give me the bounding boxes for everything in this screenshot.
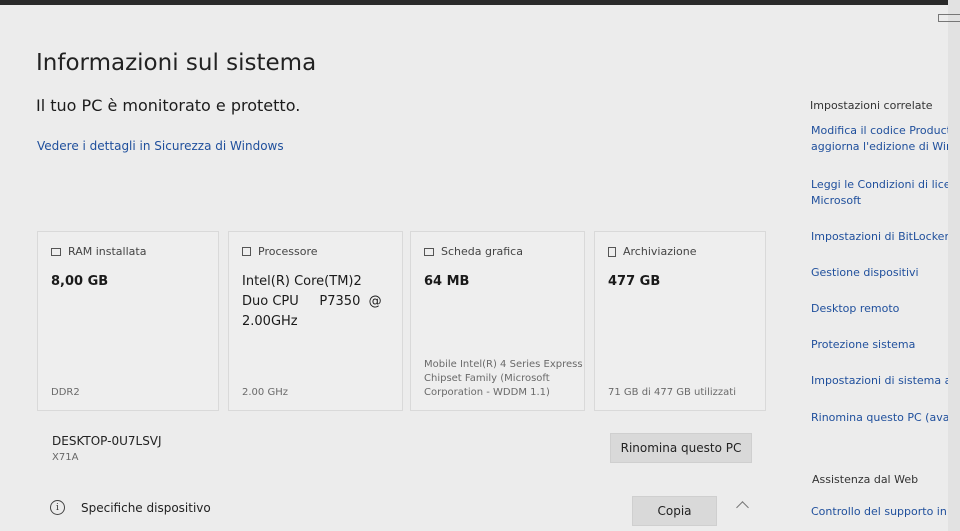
license-terms-link[interactable]: Leggi le Condizioni di licen Microsoft: [811, 177, 948, 209]
related-settings-title: Impostazioni correlate: [810, 99, 933, 112]
protection-status: Il tuo PC è monitorato e protetto.: [36, 96, 301, 115]
processor-value-line: 2.00GHz: [242, 314, 298, 329]
link-line: Leggi le Condizioni di licen: [811, 178, 948, 191]
remote-desktop-link[interactable]: Desktop remoto: [811, 301, 948, 317]
storage-card: Archiviazione 477 GB 71 GB di 477 GB uti…: [594, 231, 766, 411]
processor-value-line: Duo CPU P7350 @: [242, 294, 382, 309]
link-line: Microsoft: [811, 194, 862, 207]
web-help-title: Assistenza dal Web: [812, 473, 919, 486]
maximize-icon[interactable]: [938, 14, 960, 22]
window-top-border: [0, 0, 960, 5]
info-icon: i: [50, 500, 65, 515]
graphics-description-line: Chipset Family (Microsoft: [424, 373, 550, 384]
system-protection-link[interactable]: Protezione sistema: [811, 337, 948, 353]
storage-icon: [608, 246, 616, 257]
page-title: Informazioni sul sistema: [36, 50, 317, 76]
link-line: Modifica il codice Product: [811, 124, 948, 137]
security-details-link[interactable]: Vedere i dettagli in Sicurezza di Window…: [37, 139, 284, 153]
graphics-description-line: Corporation - WDDM 1.1): [424, 387, 550, 398]
ram-label: RAM installata: [68, 245, 147, 258]
processor-icon: [242, 247, 251, 256]
graphics-value: 64 MB: [424, 274, 470, 289]
ram-type: DDR2: [51, 387, 80, 398]
advanced-system-settings-link[interactable]: Impostazioni di sistema av: [811, 373, 948, 389]
copy-button[interactable]: Copia: [632, 496, 717, 526]
bitlocker-link[interactable]: Impostazioni di BitLocker: [811, 229, 948, 245]
ram-value: 8,00 GB: [51, 274, 109, 289]
ram-card: RAM installata 8,00 GB DDR2: [37, 231, 219, 411]
processor-value: Intel(R) Core(TM)2 Duo CPU P7350 @ 2.00G…: [242, 272, 392, 332]
processor-value-line: Intel(R) Core(TM)2: [242, 274, 362, 289]
device-specs-header[interactable]: i Specifiche dispositivo: [50, 500, 211, 515]
graphics-card-icon: [424, 247, 434, 256]
ram-icon: [51, 247, 61, 256]
processor-card: Processore Intel(R) Core(TM)2 Duo CPU P7…: [228, 231, 403, 411]
storage-usage: 71 GB di 477 GB utilizzati: [608, 387, 736, 398]
link-line: aggiorna l'edizione di Wind: [811, 140, 948, 153]
graphics-description: Mobile Intel(R) 4 Series Express Chipset…: [424, 358, 583, 400]
graphics-label: Scheda grafica: [441, 245, 523, 258]
graphics-card: Scheda grafica 64 MB Mobile Intel(R) 4 S…: [410, 231, 585, 411]
product-key-link[interactable]: Modifica il codice Product aggiorna l'ed…: [811, 123, 948, 155]
window-right-edge: [948, 0, 960, 531]
processor-speed: 2.00 GHz: [242, 387, 288, 398]
device-specs-label: Specifiche dispositivo: [81, 500, 211, 515]
rename-pc-advanced-link[interactable]: Rinomina questo PC (avan: [811, 410, 948, 426]
device-model: X71A: [52, 452, 79, 463]
rename-pc-button[interactable]: Rinomina questo PC: [610, 433, 752, 463]
processor-label: Processore: [258, 245, 318, 258]
storage-label: Archiviazione: [623, 245, 697, 258]
storage-value: 477 GB: [608, 274, 661, 289]
device-manager-link[interactable]: Gestione dispositivi: [811, 265, 948, 281]
device-name: DESKTOP-0U7LSVJ: [52, 434, 162, 448]
web-support-link[interactable]: Controllo del supporto in s: [811, 504, 948, 520]
chevron-up-icon[interactable]: [736, 501, 749, 514]
graphics-description-line: Mobile Intel(R) 4 Series Express: [424, 359, 583, 370]
